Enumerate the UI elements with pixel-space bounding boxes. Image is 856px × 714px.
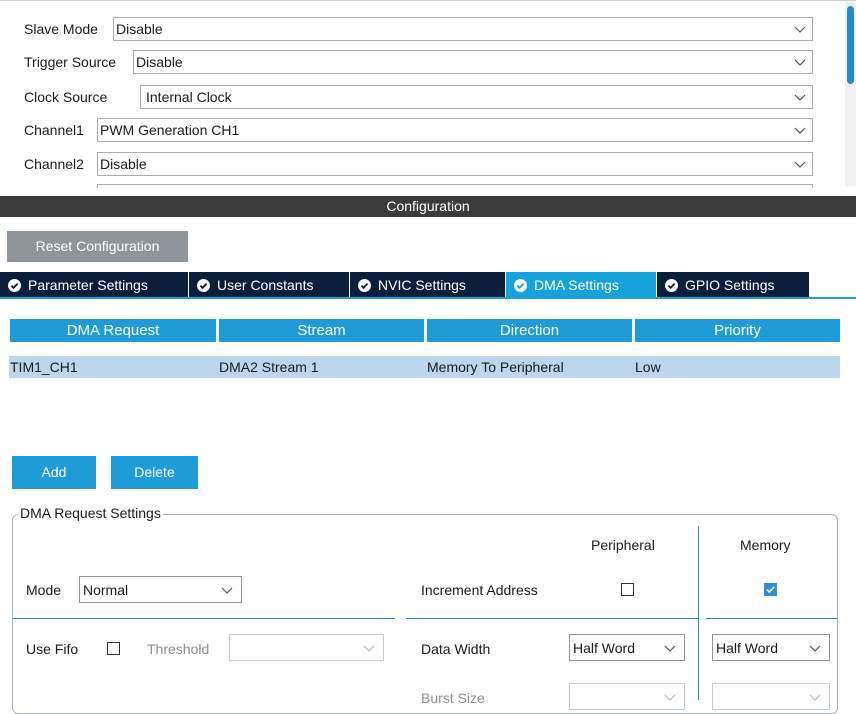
mode-scrollbar-thumb[interactable] [847,6,854,84]
tab-nvic-settings[interactable]: NVIC Settings [350,272,506,298]
clock-source-label: Clock Source [24,89,108,105]
tab-parameter-settings[interactable]: Parameter Settings [0,272,189,298]
row-divider [706,618,837,619]
cropped-select [97,184,813,188]
check-circle-icon [358,278,371,292]
burst-size-memory-select[interactable] [712,683,830,710]
tab-label: User Constants [217,277,314,293]
tab-dma-settings[interactable]: DMA Settings [506,272,657,298]
group-legend: DMA Request Settings [18,505,163,521]
tab-label: Parameter Settings [28,277,148,293]
table-cell-priority: Low [635,359,661,375]
burst-size-label: Burst Size [421,690,485,706]
use-fifo-checkbox[interactable] [107,642,120,655]
channel1-label: Channel1 [24,122,84,138]
chevron-down-icon [809,639,821,657]
threshold-select[interactable] [229,634,384,661]
table-cell-dma-request: TIM1_CH1 [10,359,78,375]
chevron-down-icon [664,639,676,657]
chevron-down-icon [794,155,806,173]
column-divider [698,526,699,700]
increment-peripheral-checkbox[interactable] [621,583,634,596]
channel1-value: PWM Generation CH1 [100,122,240,138]
chevron-down-icon [363,639,375,657]
table-cell-stream: DMA2 Stream 1 [219,359,319,375]
channel1-select[interactable]: PWM Generation CH1 [97,118,813,142]
clock-source-row: Clock Source [24,85,107,109]
row-divider [13,618,395,619]
memory-header: Memory [740,537,791,553]
data-width-memory-select[interactable]: Half Word [712,634,830,661]
mode-select[interactable]: Normal [79,576,242,603]
channel2-row: Channel2 [24,152,84,176]
check-icon [766,586,775,594]
reset-configuration-button[interactable]: Reset Configuration [7,231,188,262]
threshold-label: Threshold [147,641,210,657]
slave-mode-select[interactable]: Disable [113,17,813,41]
trigger-source-row: Trigger Source [24,50,116,74]
channel1-row: Channel1 [24,118,84,142]
tab-underline [0,297,856,299]
mode-value: Normal [83,582,129,598]
increment-memory-checkbox[interactable] [764,583,777,596]
table-row[interactable] [9,356,840,378]
increment-address-label: Increment Address [421,582,538,598]
chevron-down-icon [809,688,821,706]
chevron-down-icon [794,121,806,139]
column-header-dma-request[interactable]: DMA Request [10,319,216,342]
clock-source-select[interactable]: Internal Clock [140,85,813,109]
table-cell-direction: Memory To Peripheral [427,359,564,375]
chevron-down-icon [221,581,233,599]
clock-source-value: Internal Clock [146,89,232,105]
configuration-header: Configuration [0,196,856,217]
data-width-peripheral-select[interactable]: Half Word [569,634,685,661]
channel2-label: Channel2 [24,156,84,172]
trigger-source-label: Trigger Source [24,54,117,70]
mode-label: Mode [26,582,62,598]
use-fifo-label: Use Fifo [26,641,79,657]
slave-mode-label: Slave Mode [24,21,98,37]
column-header-direction[interactable]: Direction [427,319,632,342]
data-width-memory-value: Half Word [716,640,778,656]
tab-user-constants[interactable]: User Constants [189,272,350,298]
peripheral-header: Peripheral [591,537,655,553]
burst-size-peripheral-select[interactable] [569,683,685,710]
check-circle-icon [197,278,210,292]
chevron-down-icon [794,20,806,38]
channel2-value: Disable [100,156,147,172]
chevron-down-icon [664,688,676,706]
chevron-down-icon [794,88,806,106]
tab-label: GPIO Settings [685,277,775,293]
channel2-select[interactable]: Disable [97,152,813,176]
row-divider [406,618,698,619]
chevron-down-icon [794,53,806,71]
check-circle-icon [8,278,21,292]
trigger-source-value: Disable [136,54,183,70]
trigger-source-select[interactable]: Disable [133,50,813,74]
slave-mode-value: Disable [116,21,163,37]
tab-gpio-settings[interactable]: GPIO Settings [657,272,810,298]
slave-mode-row: Slave Mode [24,17,98,41]
data-width-label: Data Width [421,641,491,657]
delete-button[interactable]: Delete [111,456,198,489]
tab-label: NVIC Settings [378,277,466,293]
check-circle-icon [514,278,527,292]
check-circle-icon [665,278,678,292]
add-button[interactable]: Add [12,456,96,489]
column-header-stream[interactable]: Stream [219,319,424,342]
data-width-peripheral-value: Half Word [573,640,635,656]
tab-label: DMA Settings [534,277,619,293]
settings-tabs: Parameter Settings User Constants NVIC S… [0,272,810,298]
mode-panel: Slave Mode Disable Trigger Source Disabl… [0,0,856,188]
column-header-priority[interactable]: Priority [635,319,840,342]
